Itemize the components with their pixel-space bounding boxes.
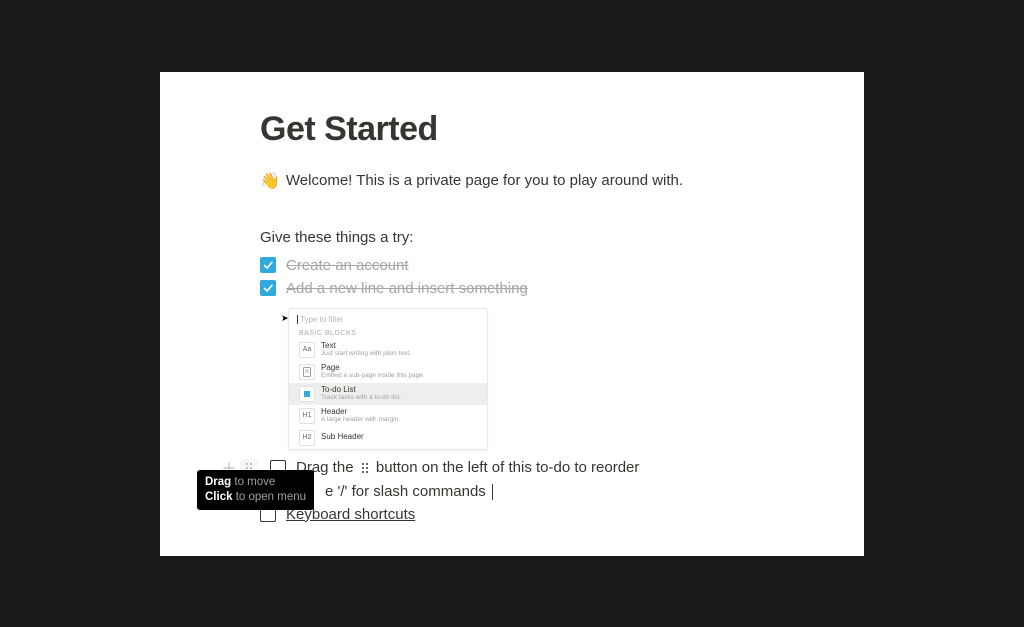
checkbox[interactable] bbox=[260, 257, 276, 273]
menu-item-title: Text bbox=[321, 342, 411, 351]
menu-item-desc: Just start writing with plain text. bbox=[321, 350, 411, 357]
menu-item-desc: Track tasks with a to-do list. bbox=[321, 394, 401, 401]
slash-menu-filter-row: ➤ Type to filter bbox=[289, 309, 487, 328]
text-cursor bbox=[492, 484, 493, 500]
slash-menu: ➤ Type to filter BASIC BLOCKS Aa Text Ju… bbox=[288, 308, 488, 450]
h2-icon: H2 bbox=[299, 430, 315, 446]
inline-grip-icon bbox=[360, 461, 370, 475]
page-title: Get Started bbox=[260, 110, 764, 149]
menu-item-title: Header bbox=[321, 408, 400, 417]
menu-item-title: Sub Header bbox=[321, 433, 364, 442]
welcome-line: 👋 Welcome! This is a private page for yo… bbox=[260, 171, 764, 191]
drag-text-after: button on the left of this to-do to reor… bbox=[376, 459, 640, 476]
welcome-text: Welcome! This is a private page for you … bbox=[286, 172, 683, 189]
h1-icon: H1 bbox=[299, 408, 315, 424]
cursor-icon: ➤ bbox=[281, 313, 289, 324]
todo-row-slash[interactable]: e '/' for slash commands bbox=[325, 480, 764, 503]
drag-tooltip: Drag to move Click to open menu bbox=[197, 470, 314, 510]
page-icon bbox=[299, 364, 315, 380]
tooltip-click-strong: Click bbox=[205, 491, 233, 503]
text-icon: Aa bbox=[299, 342, 315, 358]
tooltip-click-rest: to open menu bbox=[233, 491, 307, 503]
todo-text[interactable]: Create an account bbox=[286, 257, 409, 274]
todo-row[interactable]: Add a new line and insert something bbox=[260, 277, 764, 300]
slash-menu-section-label: BASIC BLOCKS bbox=[289, 328, 487, 339]
slash-menu-item-header[interactable]: H1 Header A large header with margin. bbox=[289, 405, 487, 427]
todo-row-keyboard[interactable]: Keyboard shortcuts bbox=[260, 503, 764, 526]
wave-icon: 👋 bbox=[260, 171, 280, 191]
todo-row[interactable]: Create an account bbox=[260, 254, 764, 277]
todo-icon bbox=[299, 386, 315, 402]
menu-item-title: Page bbox=[321, 364, 425, 373]
tooltip-drag-strong: Drag bbox=[205, 476, 231, 488]
menu-item-desc: A large header with margin. bbox=[321, 416, 400, 423]
slash-menu-item-todo[interactable]: To-do List Track tasks with a to-do list… bbox=[289, 383, 487, 405]
slash-menu-item-subheader[interactable]: H2 Sub Header bbox=[289, 427, 487, 449]
todo-text[interactable]: e '/' for slash commands bbox=[325, 483, 493, 500]
todo-text[interactable]: Drag the button on the left of this to-d… bbox=[296, 459, 639, 476]
todo-text[interactable]: Add a new line and insert something bbox=[286, 280, 528, 297]
slash-menu-item-page[interactable]: Page Embed a sub-page inside this page. bbox=[289, 361, 487, 383]
menu-item-desc: Embed a sub-page inside this page. bbox=[321, 372, 425, 379]
checkbox[interactable] bbox=[260, 280, 276, 296]
try-heading: Give these things a try: bbox=[260, 229, 764, 246]
slash-text: e '/' for slash commands bbox=[325, 483, 486, 500]
slash-menu-filter-placeholder[interactable]: Type to filter bbox=[297, 315, 344, 324]
tooltip-drag-rest: to move bbox=[231, 476, 275, 488]
slash-menu-item-text[interactable]: Aa Text Just start writing with plain te… bbox=[289, 339, 487, 361]
menu-item-title: To-do List bbox=[321, 386, 401, 395]
